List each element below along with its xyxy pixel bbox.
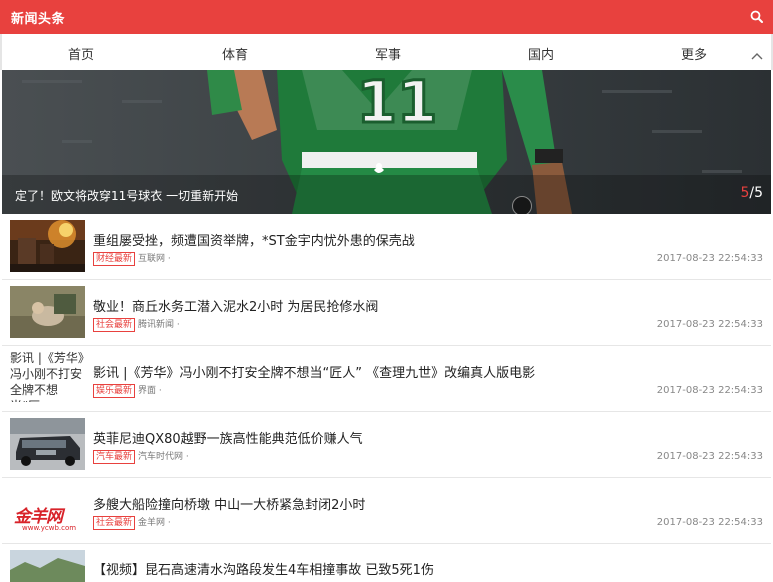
landscape-image xyxy=(10,550,85,582)
tab-domestic[interactable]: 国内 xyxy=(528,44,554,63)
news-thumbnail: 金羊网 www.ycwb.com xyxy=(10,484,85,536)
news-item[interactable]: 重组屡受挫，频遭国资举牌，*ST金宇内忧外患的保壳战 财经最新 互联网 · 201… xyxy=(2,214,771,280)
category-badge: 娱乐最新 xyxy=(93,384,136,398)
news-source: 互联网 xyxy=(138,254,166,264)
news-title: 多艘大船险撞向桥墩 中山一大桥紧急封闭2小时 xyxy=(93,498,366,513)
news-thumbnail xyxy=(10,418,85,470)
news-thumbnail xyxy=(10,550,85,582)
tab-sports[interactable]: 体育 xyxy=(222,44,248,63)
category-badge: 汽车最新 xyxy=(93,450,136,464)
news-meta: 社会最新 腾讯新闻 · xyxy=(93,317,180,332)
news-title: 重组屡受挫，频遭国资举牌，*ST金宇内忧外患的保壳战 xyxy=(93,234,415,249)
top-bar: 新闻头条 xyxy=(0,0,773,34)
category-nav: 首页 体育 军事 国内 更多 xyxy=(0,34,773,70)
news-meta: 社会最新 金羊网 · xyxy=(93,515,171,530)
search-button[interactable] xyxy=(747,7,767,27)
news-time: 2017-08-23 22:54:33 xyxy=(656,517,763,528)
jersey-number: 11 xyxy=(357,70,438,136)
ycwb-logo-url: www.ycwb.com xyxy=(22,524,77,532)
category-badge: 社会最新 xyxy=(93,516,136,530)
news-title: 英菲尼迪QX80越野一族高性能典范低价赚人气 xyxy=(93,432,363,447)
muddy-water-image xyxy=(10,286,85,338)
news-thumbnail xyxy=(10,286,85,338)
news-source: 腾讯新闻 xyxy=(138,320,175,330)
news-time: 2017-08-23 22:54:33 xyxy=(656,451,763,462)
tab-home[interactable]: 首页 xyxy=(68,44,94,63)
news-item[interactable]: 【视频】昆石高速清水沟路段发生4车相撞事故 已致5死1伤 xyxy=(2,544,771,582)
news-time: 2017-08-23 22:54:33 xyxy=(656,253,763,264)
fire-scene-image xyxy=(10,220,85,272)
banner-indicator-dot[interactable] xyxy=(512,196,532,214)
news-item[interactable]: 敬业！商丘水务工潜入泥水2小时 为居民抢修水阀 社会最新 腾讯新闻 · 2017-… xyxy=(2,280,771,346)
news-title: 影讯 |《芳华》冯小刚不打安全牌不想当“匠人” 《查理九世》改编真人版电影 xyxy=(93,366,536,381)
news-thumbnail-text: 影讯 |《芳华》冯小刚不打安全牌不想当“匠 xyxy=(10,351,84,402)
news-title: 【视频】昆石高速清水沟路段发生4车相撞事故 已致5死1伤 xyxy=(93,563,434,578)
tab-more[interactable]: 更多 xyxy=(681,44,707,63)
news-item[interactable]: 英菲尼迪QX80越野一族高性能典范低价赚人气 汽车最新 汽车时代网 · 2017-… xyxy=(2,412,771,478)
category-badge: 社会最新 xyxy=(93,318,136,332)
banner-total-pages: /5 xyxy=(749,185,763,201)
suv-car-image xyxy=(10,418,85,470)
app-title: 新闻头条 xyxy=(11,12,66,27)
tab-military[interactable]: 军事 xyxy=(375,44,401,63)
chevron-up-icon xyxy=(751,53,763,60)
news-title: 敬业！商丘水务工潜入泥水2小时 为居民抢修水阀 xyxy=(93,300,379,315)
news-time: 2017-08-23 22:54:33 xyxy=(656,385,763,396)
nav-collapse-button[interactable] xyxy=(751,46,763,60)
news-meta: 娱乐最新 界面 · xyxy=(93,383,162,398)
news-item[interactable]: 金羊网 www.ycwb.com 多艘大船险撞向桥墩 中山一大桥紧急封闭2小时 … xyxy=(2,478,771,544)
news-source: 界面 xyxy=(138,386,157,396)
news-item[interactable]: 影讯 |《芳华》冯小刚不打安全牌不想当“匠 影讯 |《芳华》冯小刚不打安全牌不想… xyxy=(2,346,771,412)
news-thumbnail xyxy=(10,220,85,272)
banner-carousel[interactable]: 11 定了！欧文将改穿11号球衣 一切重新开始 5/5 xyxy=(2,70,771,214)
category-badge: 财经最新 xyxy=(93,252,136,266)
news-time: 2017-08-23 22:54:33 xyxy=(656,319,763,330)
news-meta: 财经最新 互联网 · xyxy=(93,251,171,266)
news-source: 金羊网 xyxy=(138,518,166,528)
banner-page-counter: 5/5 xyxy=(740,185,763,201)
search-icon xyxy=(750,10,763,23)
banner-caption: 定了！欧文将改穿11号球衣 一切重新开始 xyxy=(15,189,239,203)
news-meta: 汽车最新 汽车时代网 · xyxy=(93,449,189,464)
news-source: 汽车时代网 xyxy=(138,452,184,462)
